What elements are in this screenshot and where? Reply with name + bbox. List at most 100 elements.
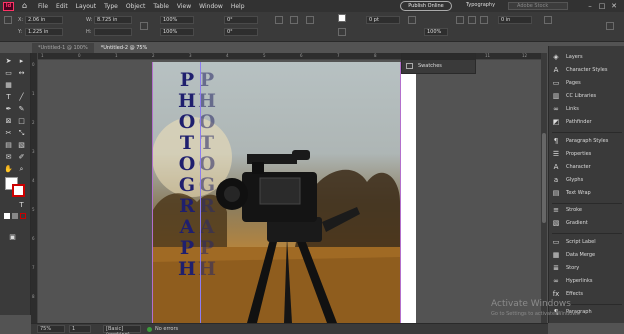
- vertical-scrollbar[interactable]: [541, 53, 547, 323]
- note-tool-icon[interactable]: ✉: [4, 153, 13, 162]
- text-wrap-icon[interactable]: [456, 16, 464, 24]
- gradient-swatch-tool-icon[interactable]: ▤: [4, 141, 13, 150]
- selection-tool-icon[interactable]: ➤: [4, 57, 13, 66]
- vertical-ruler[interactable]: 0 1 2 3 4 5 6 7 8: [31, 53, 38, 323]
- panel-pages[interactable]: ▭ Pages: [552, 78, 624, 88]
- x-field[interactable]: 2.06 in: [25, 16, 63, 24]
- menu-view[interactable]: View: [177, 3, 191, 10]
- stroke-swatch-icon[interactable]: [338, 28, 346, 36]
- panel-character-styles[interactable]: A Character Styles: [552, 65, 624, 75]
- minimize-icon[interactable]: –: [584, 2, 596, 10]
- panel-pathfinder[interactable]: ◩ Pathfinder: [552, 117, 624, 127]
- swatches-panel-header[interactable]: [402, 54, 475, 60]
- direct-selection-tool-icon[interactable]: ▸: [17, 57, 26, 66]
- gradient-feather-tool-icon[interactable]: ▧: [17, 141, 26, 150]
- panel-data-merge[interactable]: ▦ Data Merge: [552, 250, 624, 260]
- home-icon[interactable]: ⌂: [22, 2, 30, 10]
- fx-icon[interactable]: [408, 16, 416, 24]
- preflight-profile[interactable]: [Basic] (working): [103, 325, 141, 334]
- type-tool-icon[interactable]: T: [4, 93, 13, 102]
- zoom-tool-icon[interactable]: ⌕: [17, 165, 26, 174]
- close-icon[interactable]: ✕: [608, 2, 620, 10]
- scale-x-field[interactable]: 100%: [160, 16, 194, 24]
- fill-swatch-icon[interactable]: [338, 14, 346, 22]
- gap-tool-icon[interactable]: ↔: [17, 69, 26, 78]
- reference-point-icon[interactable]: [4, 16, 12, 24]
- panel-story[interactable]: ≣ Story: [552, 263, 624, 273]
- menu-help[interactable]: Help: [231, 3, 245, 10]
- page-tool-icon[interactable]: ▭: [4, 69, 13, 78]
- w-field[interactable]: 8.725 in: [94, 16, 132, 24]
- scissors-tool-icon[interactable]: ✂: [4, 129, 13, 138]
- text-wrap-bbox-icon[interactable]: [468, 16, 476, 24]
- panel-effects[interactable]: fx Effects: [552, 289, 624, 299]
- hand-tool-icon[interactable]: ✋: [4, 165, 13, 174]
- pencil-tool-icon[interactable]: ✎: [17, 105, 26, 114]
- screen-mode-icon[interactable]: ▣: [8, 233, 17, 242]
- flip-horizontal-icon[interactable]: [290, 16, 298, 24]
- workspace-switcher[interactable]: Typography: [466, 2, 495, 8]
- text-wrap-shape-icon[interactable]: [480, 16, 488, 24]
- pen-tool-icon[interactable]: ✒: [4, 105, 13, 114]
- ruler-tick: 7: [32, 265, 35, 270]
- scale-y-field[interactable]: 100%: [160, 28, 194, 36]
- panel-glyphs[interactable]: a Glyphs: [552, 175, 624, 185]
- apply-none-icon[interactable]: [20, 213, 26, 219]
- rotate-90-icon[interactable]: [275, 16, 283, 24]
- constrain-proportions-icon[interactable]: [140, 22, 148, 30]
- auto-fit-icon[interactable]: [544, 16, 552, 24]
- panel-menu-icon[interactable]: [606, 22, 614, 30]
- scrollbar-thumb[interactable]: [542, 133, 546, 223]
- eyedropper-tool-icon[interactable]: ✐: [17, 153, 26, 162]
- rotation-field[interactable]: 0°: [224, 16, 258, 24]
- zoom-level-field[interactable]: 75%: [37, 325, 65, 333]
- preflight-errors[interactable]: No errors: [155, 326, 178, 332]
- line-tool-icon[interactable]: ╱: [17, 93, 26, 102]
- panel-gradient[interactable]: ▧ Gradient: [552, 218, 624, 228]
- free-transform-tool-icon[interactable]: ⤡: [17, 129, 26, 138]
- panel-cc-libraries[interactable]: ▥ CC Libraries: [552, 91, 624, 101]
- shear-field[interactable]: 0°: [224, 28, 258, 36]
- menu-edit[interactable]: Edit: [56, 3, 68, 10]
- publish-online-button[interactable]: Publish Online: [400, 1, 452, 11]
- menu-object[interactable]: Object: [126, 3, 146, 10]
- panel-layers[interactable]: ◈ Layers: [552, 52, 624, 62]
- swatches-panel[interactable]: Swatches: [401, 53, 476, 74]
- panel-properties[interactable]: ☰ Properties: [552, 149, 624, 159]
- apply-gradient-icon[interactable]: [12, 213, 18, 219]
- tab-untitled-1[interactable]: *Untitled-1 @ 100%: [32, 43, 94, 53]
- adobe-stock-search[interactable]: Adobe Stock: [508, 2, 568, 10]
- select-container-icon[interactable]: [306, 16, 314, 24]
- menu-layout[interactable]: Layout: [76, 3, 96, 10]
- ruler-tick: 11: [485, 53, 491, 58]
- panel-script-label[interactable]: ▭ Script Label: [552, 237, 624, 247]
- panel-character[interactable]: A Character: [552, 162, 624, 172]
- formatting-affects-text-icon[interactable]: T: [17, 201, 26, 210]
- panel-text-wrap[interactable]: ▤ Text Wrap: [552, 188, 624, 198]
- rectangle-tool-icon[interactable]: □: [17, 117, 26, 126]
- y-field[interactable]: 1.225 in: [25, 28, 63, 36]
- menu-file[interactable]: File: [38, 3, 48, 10]
- apply-color-icon[interactable]: [4, 213, 10, 219]
- panel-stroke[interactable]: ≡ Stroke: [552, 205, 624, 215]
- tab-untitled-2[interactable]: *Untitled-2 @ 75%: [94, 43, 154, 53]
- menu-type[interactable]: Type: [104, 3, 118, 10]
- offset-field[interactable]: 0 in: [498, 16, 532, 24]
- opacity-field[interactable]: 100%: [424, 28, 448, 36]
- title-text: PHOTOGRAPH: [178, 69, 196, 280]
- menu-table[interactable]: Table: [153, 3, 169, 10]
- page-number-field[interactable]: 1: [69, 325, 91, 333]
- swatches-tab[interactable]: Swatches: [402, 63, 475, 69]
- panel-paragraph-styles[interactable]: ¶ Paragraph Styles: [552, 136, 624, 146]
- stroke-weight-field[interactable]: 0 pt: [366, 16, 400, 24]
- panel-hyperlinks[interactable]: ∞ Hyperlinks: [552, 276, 624, 286]
- panel-links[interactable]: ∞ Links: [552, 104, 624, 114]
- menu-window[interactable]: Window: [199, 3, 223, 10]
- rectangle-frame-tool-icon[interactable]: ⊠: [4, 117, 13, 126]
- panel-label: Character Styles: [566, 67, 608, 73]
- ruler-tick: 1: [32, 91, 35, 96]
- stroke-color-icon[interactable]: [12, 184, 25, 197]
- h-field[interactable]: [94, 28, 132, 36]
- content-collector-icon[interactable]: ▦: [4, 81, 13, 90]
- maximize-icon[interactable]: □: [596, 2, 608, 10]
